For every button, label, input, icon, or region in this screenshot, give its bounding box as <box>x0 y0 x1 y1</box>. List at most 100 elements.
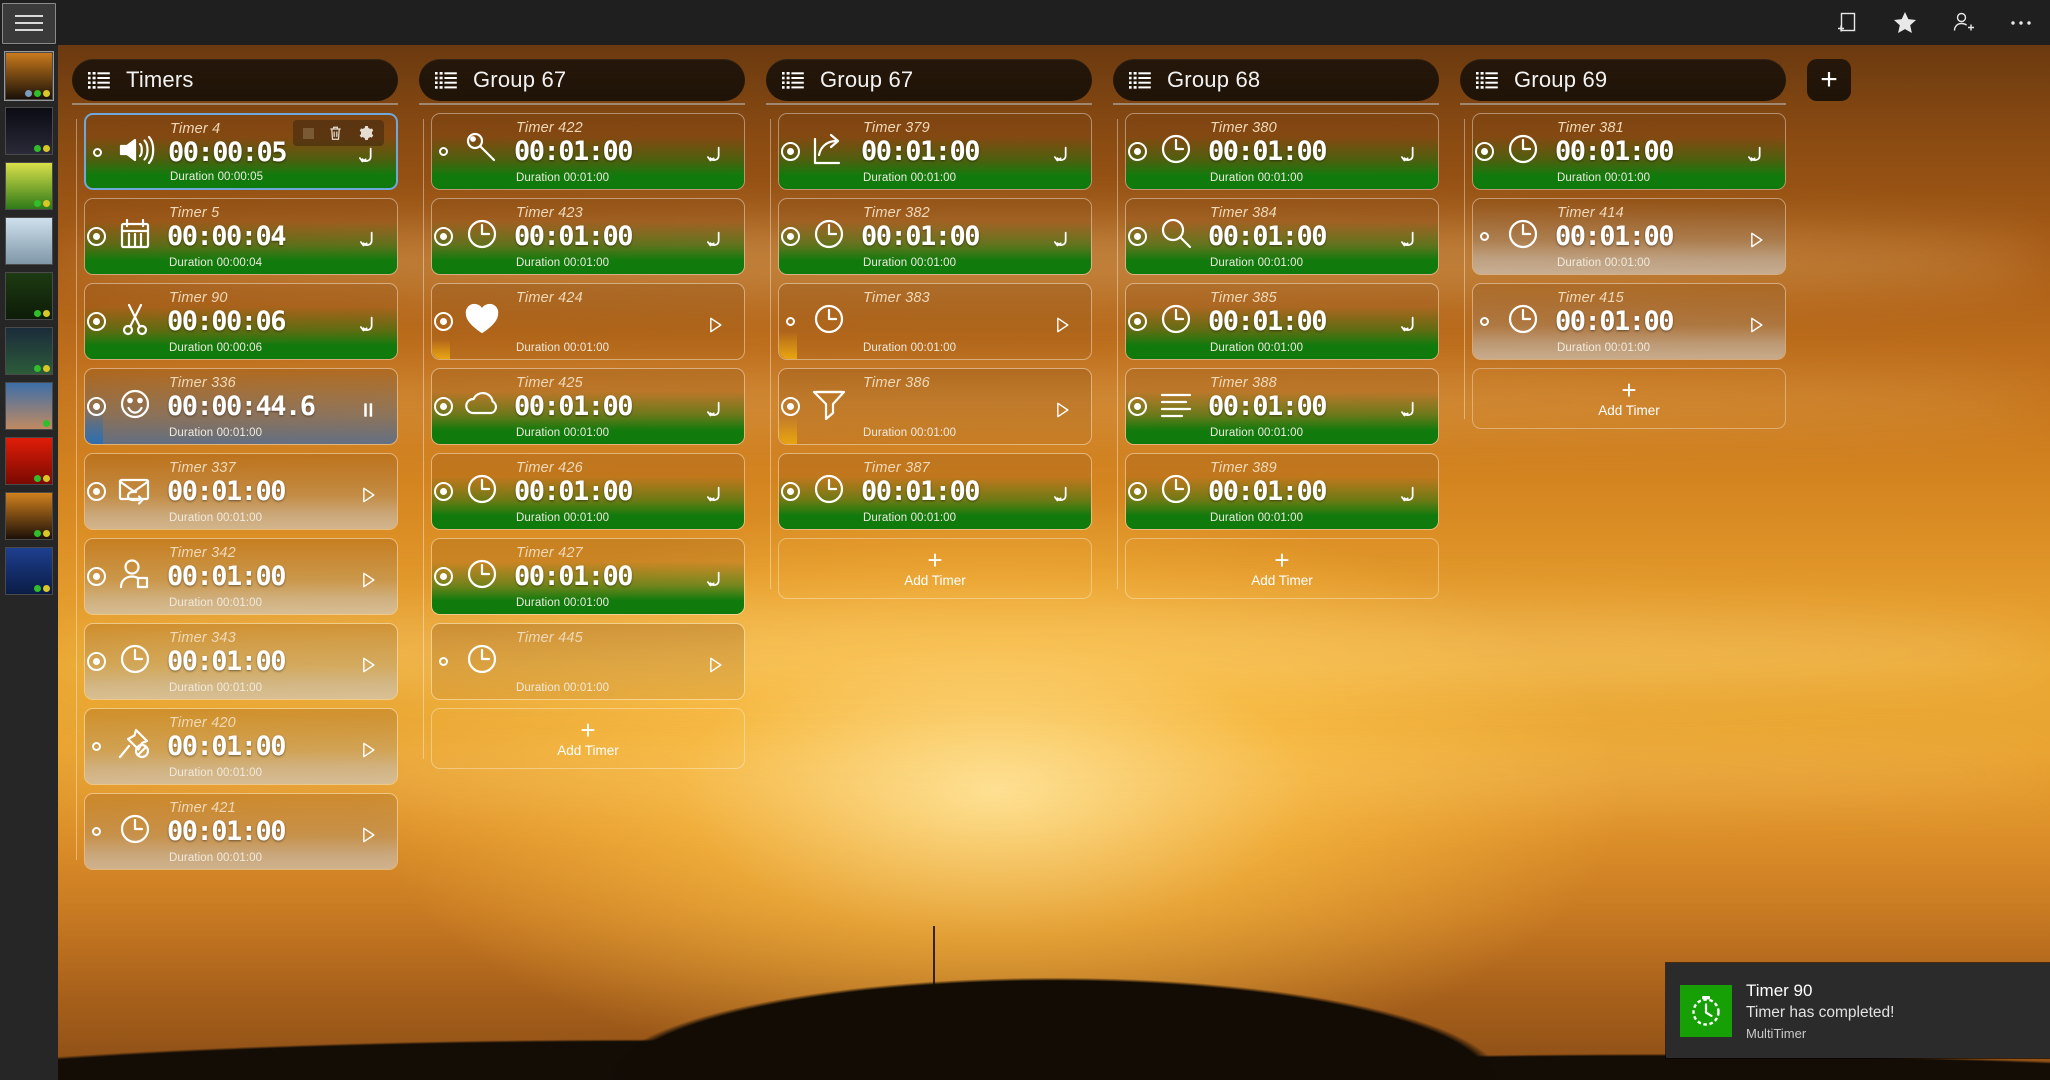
favorites-icon[interactable] <box>1876 0 1934 45</box>
reset-icon[interactable] <box>1396 312 1422 338</box>
column-header-3[interactable]: Group 68 <box>1113 59 1439 101</box>
play-icon[interactable] <box>355 822 381 848</box>
reset-icon[interactable] <box>1743 142 1769 168</box>
rail-item-theme-grass[interactable] <box>5 162 53 210</box>
pause-icon[interactable] <box>355 397 381 423</box>
timer-toggle-bullet[interactable] <box>1480 232 1489 241</box>
rail-item-theme-blue-wave[interactable] <box>5 547 53 595</box>
add-timer-button[interactable]: + Add Timer <box>431 708 745 769</box>
timer-toggle-bullet[interactable] <box>1128 312 1147 331</box>
settings-gear-icon[interactable] <box>358 125 374 141</box>
theme-rail[interactable] <box>0 45 58 1080</box>
timer-toggle-bullet[interactable] <box>1480 317 1489 326</box>
delete-icon[interactable] <box>328 125 344 141</box>
reset-icon[interactable] <box>702 227 728 253</box>
add-timer-button[interactable]: + Add Timer <box>1125 538 1439 599</box>
timer-card[interactable]: Timer 5 00:00:04 Duration 00:00:04 <box>84 198 398 275</box>
timer-card[interactable]: Timer 415 00:01:00 Duration 00:01:00 <box>1472 283 1786 360</box>
timer-card[interactable]: Timer 382 00:01:00 Duration 00:01:00 <box>778 198 1092 275</box>
timer-card[interactable]: Timer 427 00:01:00 Duration 00:01:00 <box>431 538 745 615</box>
timer-toggle-bullet[interactable] <box>93 148 102 157</box>
reset-icon[interactable] <box>702 482 728 508</box>
new-tab-icon[interactable] <box>1818 0 1876 45</box>
rail-item-theme-sunset-2[interactable] <box>5 492 53 540</box>
play-icon[interactable] <box>355 482 381 508</box>
timer-card[interactable]: Timer 422 00:01:00 Duration 00:01:00 <box>431 113 745 190</box>
column-header-4[interactable]: Group 69 <box>1460 59 1786 101</box>
timer-card[interactable]: Timer 420 00:01:00 Duration 00:01:00 <box>84 708 398 785</box>
timer-toggle-bullet[interactable] <box>1128 227 1147 246</box>
reset-icon[interactable] <box>1396 142 1422 168</box>
timer-card[interactable]: Timer 425 00:01:00 Duration 00:01:00 <box>431 368 745 445</box>
reset-icon[interactable] <box>354 143 380 169</box>
timer-toggle-bullet[interactable] <box>92 742 101 751</box>
timer-card[interactable]: Timer 379 00:01:00 Duration 00:01:00 <box>778 113 1092 190</box>
timer-toggle-bullet[interactable] <box>439 147 448 156</box>
timer-toggle-bullet[interactable] <box>434 312 453 331</box>
stop-icon[interactable] <box>303 128 314 139</box>
timer-card[interactable]: Timer 385 00:01:00 Duration 00:01:00 <box>1125 283 1439 360</box>
timer-toggle-bullet[interactable] <box>87 227 106 246</box>
timer-toggle-bullet[interactable] <box>434 567 453 586</box>
rail-item-theme-fire[interactable] <box>5 437 53 485</box>
reset-icon[interactable] <box>702 567 728 593</box>
timer-card[interactable]: Timer 337 00:01:00 Duration 00:01:00 <box>84 453 398 530</box>
timer-toggle-bullet[interactable] <box>786 317 795 326</box>
reset-icon[interactable] <box>1396 482 1422 508</box>
timer-card[interactable]: Timer 426 00:01:00 Duration 00:01:00 <box>431 453 745 530</box>
hamburger-menu-button[interactable] <box>2 3 56 44</box>
reset-icon[interactable] <box>1396 227 1422 253</box>
timer-card[interactable]: Timer 90 00:00:06 Duration 00:00:06 <box>84 283 398 360</box>
timer-card[interactable]: Timer 342 00:01:00 Duration 00:01:00 <box>84 538 398 615</box>
add-timer-button[interactable]: + Add Timer <box>778 538 1092 599</box>
timer-card[interactable]: Timer 414 00:01:00 Duration 00:01:00 <box>1472 198 1786 275</box>
timer-toggle-bullet[interactable] <box>781 142 800 161</box>
timer-card[interactable]: Timer 4 00:00:05 Duration 00:00:05 <box>84 113 398 190</box>
column-header-1[interactable]: Group 67 <box>419 59 745 101</box>
play-icon[interactable] <box>355 567 381 593</box>
add-group-button[interactable]: + <box>1807 59 1851 101</box>
reset-icon[interactable] <box>355 227 381 253</box>
timer-card[interactable]: Timer 380 00:01:00 Duration 00:01:00 <box>1125 113 1439 190</box>
reset-icon[interactable] <box>702 142 728 168</box>
rail-item-theme-mountain[interactable] <box>5 382 53 430</box>
notification-toast[interactable]: Timer 90 Timer has completed! MultiTimer <box>1666 963 2050 1058</box>
timer-card[interactable]: Timer 343 00:01:00 Duration 00:01:00 <box>84 623 398 700</box>
add-timer-button[interactable]: + Add Timer <box>1472 368 1786 429</box>
timer-toggle-bullet[interactable] <box>87 567 106 586</box>
timer-card[interactable]: Timer 383 Duration 00:01:00 <box>778 283 1092 360</box>
reset-icon[interactable] <box>702 397 728 423</box>
column-header-0[interactable]: Timers <box>72 59 398 101</box>
timer-card[interactable]: Timer 387 00:01:00 Duration 00:01:00 <box>778 453 1092 530</box>
timer-toggle-bullet[interactable] <box>87 312 106 331</box>
timer-toggle-bullet[interactable] <box>434 227 453 246</box>
timer-toggle-bullet[interactable] <box>1128 482 1147 501</box>
timer-toggle-bullet[interactable] <box>87 397 106 416</box>
reset-icon[interactable] <box>1049 227 1075 253</box>
play-icon[interactable] <box>702 312 728 338</box>
column-header-2[interactable]: Group 67 <box>766 59 1092 101</box>
play-icon[interactable] <box>1049 397 1075 423</box>
reset-icon[interactable] <box>1049 142 1075 168</box>
timer-card[interactable]: Timer 421 00:01:00 Duration 00:01:00 <box>84 793 398 870</box>
timer-toggle-bullet[interactable] <box>92 827 101 836</box>
timer-card[interactable]: Timer 336 00:00:44.6 Duration 00:01:00 <box>84 368 398 445</box>
timer-toggle-bullet[interactable] <box>1475 142 1494 161</box>
timer-toggle-bullet[interactable] <box>781 482 800 501</box>
timer-toggle-bullet[interactable] <box>434 397 453 416</box>
rail-item-theme-forest[interactable] <box>5 272 53 320</box>
timer-toggle-bullet[interactable] <box>439 657 448 666</box>
reset-icon[interactable] <box>1396 397 1422 423</box>
timer-toggle-bullet[interactable] <box>87 652 106 671</box>
timer-card[interactable]: Timer 445 Duration 00:01:00 <box>431 623 745 700</box>
timer-card[interactable]: Timer 381 00:01:00 Duration 00:01:00 <box>1472 113 1786 190</box>
play-icon[interactable] <box>355 737 381 763</box>
timer-toggle-bullet[interactable] <box>781 397 800 416</box>
timer-toggle-bullet[interactable] <box>87 482 106 501</box>
timer-card[interactable]: Timer 386 Duration 00:01:00 <box>778 368 1092 445</box>
rail-item-theme-moon[interactable] <box>5 107 53 155</box>
reset-icon[interactable] <box>1049 482 1075 508</box>
more-options-icon[interactable] <box>1992 0 2050 45</box>
timer-toggle-bullet[interactable] <box>434 482 453 501</box>
timer-card[interactable]: Timer 423 00:01:00 Duration 00:01:00 <box>431 198 745 275</box>
